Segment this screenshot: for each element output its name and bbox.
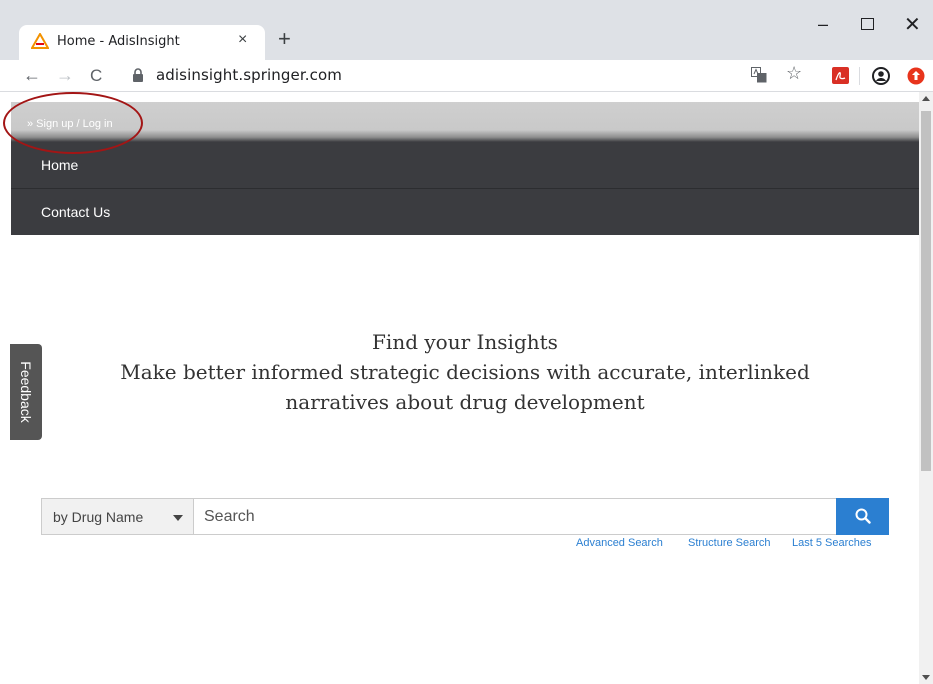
advanced-search-link[interactable]: Advanced Search [576,537,663,549]
hero: Find your Insights Make better informed … [40,327,890,417]
nav-item-contact-us[interactable]: Contact Us [11,188,919,234]
minimize-icon[interactable]: – [818,14,828,35]
scroll-up-icon[interactable] [922,96,930,101]
search-button[interactable] [836,498,889,535]
nav-item-label: Home [41,157,79,173]
feedback-label: Feedback [18,361,34,423]
browser-titlebar: Home - AdisInsight × + – ✕ [0,0,933,60]
pdf-icon[interactable] [832,67,849,84]
feedback-tab[interactable]: Feedback [10,344,42,440]
browser-tab[interactable]: Home - AdisInsight × [19,25,265,60]
web-page: » Sign up / Log in Home Contact Us Feedb… [0,92,933,684]
back-icon[interactable]: ← [23,65,41,86]
search-links: Advanced Search Structure Search Last 5 … [0,537,882,553]
new-tab-icon[interactable]: + [278,26,291,52]
search-bar: by Drug Name [41,498,889,535]
lock-icon[interactable] [132,68,144,82]
nav-item-home[interactable]: Home [11,142,919,188]
star-icon[interactable]: ☆ [786,63,802,84]
extension-icon[interactable] [907,67,925,85]
adis-favicon-icon [31,33,49,49]
scroll-down-icon[interactable] [922,675,930,680]
forward-icon[interactable]: → [56,65,74,86]
login-bar: » Sign up / Log in [11,102,919,142]
maximize-icon[interactable] [861,18,874,30]
structure-search-link[interactable]: Structure Search [688,537,771,549]
tab-close-icon[interactable]: × [238,31,247,49]
hero-subtitle-line1: Make better informed strategic decisions… [120,360,810,384]
address-bar[interactable]: adisinsight.springer.com [156,66,342,84]
search-icon [855,508,871,524]
page-scrollbar[interactable] [919,92,933,684]
tab-title: Home - AdisInsight [57,34,180,49]
close-window-icon[interactable]: ✕ [904,12,921,37]
translate-icon[interactable] [751,67,767,83]
scroll-thumb[interactable] [921,111,931,471]
account-icon[interactable] [872,67,890,85]
hero-title: Find your Insights [372,330,558,354]
search-input[interactable] [193,498,837,535]
search-type-dropdown[interactable]: by Drug Name [41,498,193,535]
reload-icon[interactable]: C [90,66,102,86]
nav-menu: Home Contact Us [11,142,919,235]
toolbar-separator [859,67,860,85]
hero-subtitle-line2: narratives about drug development [285,390,645,414]
annotation-circle [3,92,143,154]
nav-item-label: Contact Us [41,204,111,220]
search-type-selected: by Drug Name [53,509,144,525]
caret-down-icon [173,515,183,521]
last-5-searches-link[interactable]: Last 5 Searches [792,537,872,549]
browser-toolbar: ← → C adisinsight.springer.com ☆ [0,60,933,92]
